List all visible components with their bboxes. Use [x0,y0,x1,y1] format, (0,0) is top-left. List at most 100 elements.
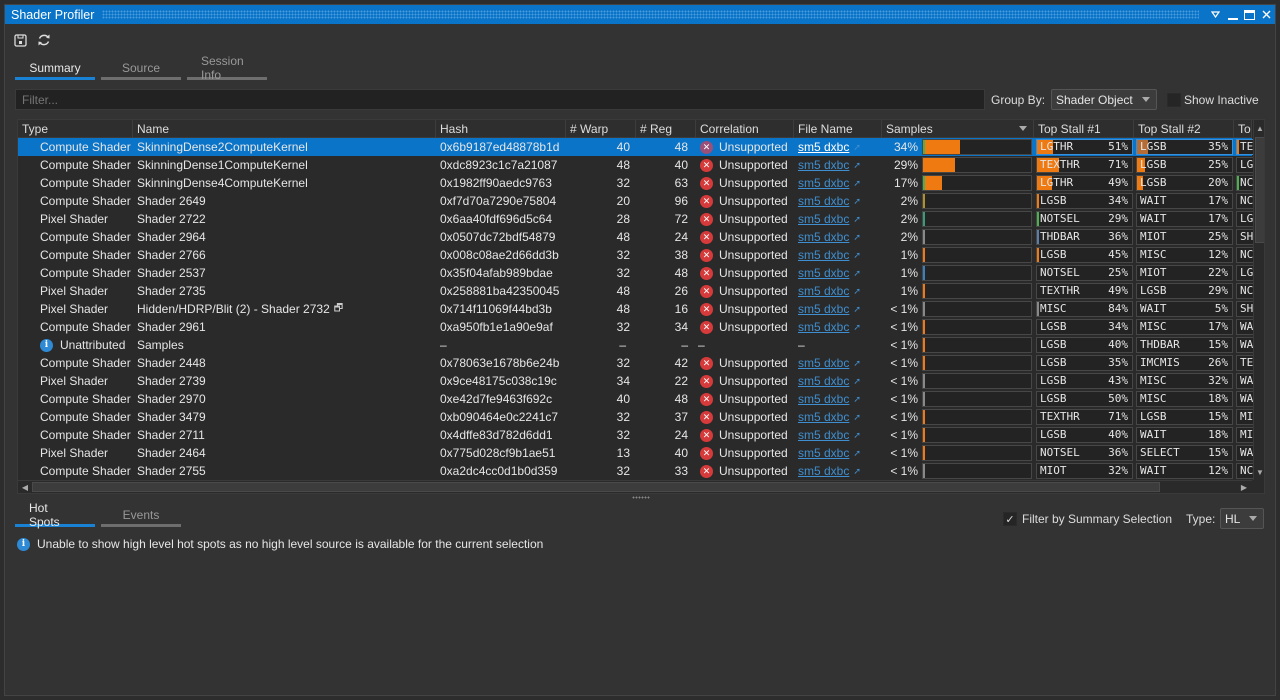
external-link-icon[interactable]: ➚ [853,466,861,477]
scroll-up-icon[interactable]: ▲ [1254,122,1264,134]
table-row[interactable]: Compute Shader Shader 2448 0x78063e1678b6e… [18,354,1254,372]
col-top-stall-2[interactable]: Top Stall #2 [1134,120,1234,138]
table-row[interactable]: Pixel Shader Shader 2739 0x9ce48175c038c19… [18,372,1254,390]
horizontal-scrollbar[interactable]: ◀ ▶ [18,480,1252,493]
table-row[interactable]: Compute Shader SkinningDense4ComputeKerne… [18,174,1254,192]
file-link[interactable]: sm5 dxbc [798,320,849,334]
external-link-icon[interactable]: ➚ [853,250,861,261]
external-link-icon[interactable]: ➚ [853,178,861,189]
vertical-scroll-thumb[interactable] [1255,137,1264,243]
close-icon[interactable] [1258,5,1275,24]
col-reg[interactable]: # Reg [636,120,696,138]
filter-input[interactable] [15,89,985,110]
pane-splitter[interactable] [632,496,650,499]
scroll-right-icon[interactable]: ▶ [1238,481,1250,493]
table-row[interactable]: Compute Shader Shader 3479 0xb090464e0c224… [18,408,1254,426]
table-row[interactable]: Compute Shader SkinningDense1ComputeKerne… [18,156,1254,174]
col-type[interactable]: Type [18,120,133,138]
file-link[interactable]: sm5 dxbc [798,392,849,406]
horizontal-scroll-thumb[interactable] [32,482,1160,492]
external-link-icon[interactable]: ➚ [853,430,861,441]
tab-events[interactable]: Events [101,505,181,527]
external-link-icon[interactable]: ➚ [853,322,861,333]
external-link-icon[interactable]: ➚ [853,304,861,315]
external-link-icon[interactable]: ➚ [853,196,861,207]
file-link[interactable]: sm5 dxbc [798,284,849,298]
external-link-icon[interactable]: ➚ [853,448,861,459]
dropdown-icon[interactable] [1207,5,1224,24]
file-link[interactable]: sm5 dxbc [798,266,849,280]
table-row[interactable]: Compute Shader Shader 2537 0x35f04afab989b… [18,264,1254,282]
external-link-icon[interactable]: ➚ [853,412,861,423]
samples-bar-marker [923,428,925,442]
stall-name: LG [1240,212,1254,225]
file-link[interactable]: sm5 dxbc [798,356,849,370]
table-row[interactable]: Pixel Shader Hidden/HDRP/Blit (2) - Shade… [18,300,1254,318]
col-file-name[interactable]: File Name [794,120,882,138]
external-link-icon[interactable]: ➚ [853,232,861,243]
linked-window-icon[interactable]: 🗗 [334,301,343,318]
col-top-stall-3[interactable]: Top Stall #3 [1234,120,1252,138]
file-link[interactable]: sm5 dxbc [798,302,849,316]
file-link[interactable]: sm5 dxbc [798,464,849,478]
save-icon[interactable] [11,31,29,49]
cell-correlation-text: Unsupported [719,230,788,244]
external-link-icon[interactable]: ➚ [853,160,861,171]
tab-hot-spots[interactable]: Hot Spots [15,501,95,529]
minimize-icon[interactable] [1224,5,1241,24]
file-link[interactable]: sm5 dxbc [798,140,849,154]
maximize-icon[interactable] [1241,5,1258,24]
file-link[interactable]: sm5 dxbc [798,374,849,388]
table-row[interactable]: Compute Shader Shader 2766 0x008c08ae2d66d… [18,246,1254,264]
file-link[interactable]: sm5 dxbc [798,158,849,172]
table-row[interactable]: Compute Shader Shader 2649 0xf7d70a7290e75… [18,192,1254,210]
file-link[interactable]: sm5 dxbc [798,428,849,442]
refresh-icon[interactable] [35,31,53,49]
col-name[interactable]: Name [133,120,436,138]
tab-summary[interactable]: Summary [15,58,95,80]
col-warp[interactable]: # Warp [566,120,636,138]
stall-percent: 51% [1108,140,1128,153]
external-link-icon[interactable]: ➚ [853,394,861,405]
table-row[interactable]: i Unattributed Samples – – – – – < 1% LGSB 40% THDB… [18,336,1254,354]
external-link-icon[interactable]: ➚ [853,376,861,387]
col-hash[interactable]: Hash [436,120,566,138]
table-row[interactable]: Compute Shader Shader 2964 0x0507dc72bdf54… [18,228,1254,246]
file-link[interactable]: sm5 dxbc [798,410,849,424]
table-row[interactable]: Pixel Shader Shader 2722 0x6aa40fdf696d5c6… [18,210,1254,228]
table-row[interactable]: Compute Shader Shader 2711 0x4dffe83d782d6… [18,426,1254,444]
external-link-icon[interactable]: ➚ [853,286,861,297]
filter-by-summary-checkbox[interactable]: ✓ [1003,512,1017,526]
external-link-icon[interactable]: ➚ [853,358,861,369]
scroll-left-icon[interactable]: ◀ [19,481,31,493]
table-row[interactable]: Pixel Shader Shader 2735 0x258881ba4235004… [18,282,1254,300]
file-link[interactable]: sm5 dxbc [798,248,849,262]
col-correlation[interactable]: Correlation [696,120,794,138]
stall-percent: 49% [1108,284,1128,297]
file-link[interactable]: sm5 dxbc [798,194,849,208]
table-row[interactable]: Compute Shader Shader 2961 0xa950fb1e1a90e… [18,318,1254,336]
external-link-icon[interactable]: ➚ [853,214,861,225]
file-link[interactable]: sm5 dxbc [798,212,849,226]
file-link[interactable]: sm5 dxbc [798,446,849,460]
tab-session-info[interactable]: Session Info [187,54,267,82]
table-row[interactable]: Compute Shader SkinningDense2ComputeKerne… [18,138,1254,156]
type-select[interactable]: HL [1220,508,1264,529]
tab-source[interactable]: Source [101,58,181,80]
external-link-icon[interactable]: ➚ [853,268,861,279]
file-link[interactable]: sm5 dxbc [798,176,849,190]
external-link-icon[interactable]: ➚ [853,142,861,153]
group-by-select[interactable]: Shader Object [1051,89,1157,110]
col-top-stall-1[interactable]: Top Stall #1 [1034,120,1134,138]
table-row[interactable]: Compute Shader Shader 2755 0xa2dc4cc0d1b0d… [18,462,1254,480]
scroll-down-icon[interactable]: ▼ [1254,466,1264,478]
table-row[interactable]: Compute Shader Shader 2970 0xe42d7fe9463f6… [18,390,1254,408]
col-samples[interactable]: Samples [882,120,1034,138]
table-row[interactable]: Pixel Shader Shader 2464 0x775d028cf9b1ae5… [18,444,1254,462]
drag-grip[interactable] [102,10,1199,19]
title-bar[interactable]: Shader Profiler [5,5,1275,24]
cell-name-text: Shader 2464 [137,446,206,460]
file-link[interactable]: sm5 dxbc [798,230,849,244]
vertical-scrollbar[interactable]: ▲ ▼ [1253,120,1264,480]
show-inactive-checkbox[interactable] [1167,93,1181,107]
